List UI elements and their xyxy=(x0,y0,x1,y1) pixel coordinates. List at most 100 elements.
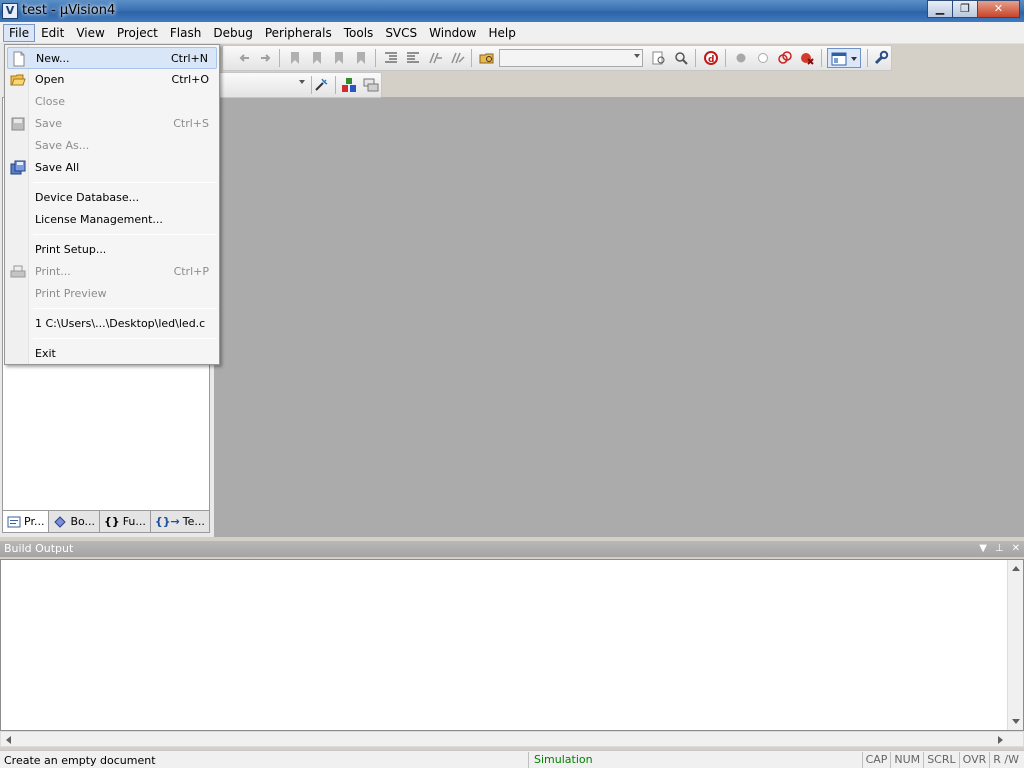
menu-item-label: Close xyxy=(35,95,65,108)
incremental-find-icon[interactable] xyxy=(673,50,689,66)
status-num: NUM xyxy=(890,752,923,768)
close-icon[interactable]: ✕ xyxy=(1012,541,1020,557)
find-in-files-icon[interactable] xyxy=(479,50,495,66)
save-icon xyxy=(11,117,25,131)
bookmark-icon[interactable] xyxy=(287,50,303,66)
menu-item-device-database[interactable]: Device Database... xyxy=(7,187,217,209)
manage-components-icon[interactable] xyxy=(341,77,357,93)
window-controls: ▁ ❐ ✕ xyxy=(927,0,1020,19)
menu-flash[interactable]: Flash xyxy=(164,24,207,42)
menu-bar: File Edit View Project Flash Debug Perip… xyxy=(0,22,1024,44)
file-extensions-icon[interactable] xyxy=(363,77,379,93)
menu-item-close[interactable]: Close xyxy=(7,91,217,113)
bookmark-prev-icon[interactable] xyxy=(309,50,325,66)
scroll-down-icon[interactable] xyxy=(1012,719,1020,724)
menu-project[interactable]: Project xyxy=(111,24,164,42)
menu-item-label: License Management... xyxy=(35,213,163,226)
project-tabs: Pr... Bo... {} Fu... {}→ Te... xyxy=(2,511,210,533)
find-combo[interactable] xyxy=(499,49,643,67)
status-scrl: SCRL xyxy=(923,752,958,768)
vertical-scrollbar[interactable] xyxy=(1007,560,1023,730)
breakpoint-disable-all-icon[interactable] xyxy=(777,50,793,66)
toolbar-separator xyxy=(335,76,336,94)
menu-item-save-all[interactable]: Save All xyxy=(7,157,217,179)
build-output-text[interactable] xyxy=(0,559,1024,731)
debug-session-icon[interactable]: d xyxy=(703,50,719,66)
scroll-right-icon[interactable] xyxy=(998,736,1003,744)
print-icon xyxy=(10,265,26,278)
menu-item-print[interactable]: Print... Ctrl+P xyxy=(7,261,217,283)
uncomment-icon[interactable] xyxy=(449,50,465,66)
menu-separator xyxy=(33,182,217,183)
menu-item-recent-file[interactable]: 1 C:\Users\...\Desktop\led\led.c xyxy=(7,313,217,335)
breakpoint-enable-icon[interactable] xyxy=(755,50,771,66)
menu-item-save-as[interactable]: Save As... xyxy=(7,135,217,157)
toolbar-separator xyxy=(821,49,822,67)
dropdown-arrow-icon[interactable]: ▼ xyxy=(979,541,987,557)
menu-item-save[interactable]: Save Ctrl+S xyxy=(7,113,217,135)
menu-item-print-setup[interactable]: Print Setup... xyxy=(7,239,217,261)
status-indicators: CAP NUM SCRL OVR R /W xyxy=(861,752,1022,768)
window-layout-button[interactable] xyxy=(827,48,861,68)
menu-item-shortcut: Ctrl+O xyxy=(171,73,209,86)
menu-edit[interactable]: Edit xyxy=(35,24,70,42)
menu-debug[interactable]: Debug xyxy=(207,24,258,42)
tab-books-label: Bo... xyxy=(70,515,96,528)
tab-books[interactable]: Bo... xyxy=(48,511,101,533)
menu-item-shortcut: Ctrl+S xyxy=(173,117,209,130)
tab-templates[interactable]: {}→ Te... xyxy=(149,511,210,533)
menu-separator xyxy=(33,338,217,339)
menu-view[interactable]: View xyxy=(70,24,110,42)
pin-icon[interactable]: ⊥ xyxy=(995,541,1004,557)
nav-forward-icon[interactable] xyxy=(257,50,273,66)
menu-item-print-preview[interactable]: Print Preview xyxy=(7,283,217,305)
svg-text:d: d xyxy=(708,55,714,65)
chevron-down-icon xyxy=(299,80,305,84)
scroll-left-icon[interactable] xyxy=(6,736,11,744)
project-icon xyxy=(7,516,21,528)
menu-item-open[interactable]: Open Ctrl+O xyxy=(7,69,217,91)
breakpoint-kill-all-icon[interactable] xyxy=(799,50,815,66)
breakpoint-insert-icon[interactable] xyxy=(733,50,749,66)
menu-item-label: Save xyxy=(35,117,63,130)
status-rw: R /W xyxy=(989,752,1022,768)
build-toolbar: d xyxy=(222,45,892,71)
chevron-down-icon xyxy=(634,54,640,58)
menu-tools[interactable]: Tools xyxy=(338,24,380,42)
bookmark-next-icon[interactable] xyxy=(331,50,347,66)
indent-icon[interactable] xyxy=(383,50,399,66)
scroll-up-icon[interactable] xyxy=(1012,566,1020,571)
target-select[interactable] xyxy=(221,76,307,94)
menu-svcs[interactable]: SVCS xyxy=(379,24,423,42)
nav-back-icon[interactable] xyxy=(237,50,253,66)
configure-wrench-icon[interactable] xyxy=(873,50,889,66)
comment-icon[interactable] xyxy=(427,50,443,66)
horizontal-scrollbar[interactable] xyxy=(0,731,1024,747)
maximize-button[interactable]: ❐ xyxy=(952,0,978,18)
menu-help[interactable]: Help xyxy=(482,24,521,42)
editor-workspace[interactable] xyxy=(214,97,1024,537)
minimize-button[interactable]: ▁ xyxy=(927,0,953,18)
close-button[interactable]: ✕ xyxy=(977,0,1020,18)
bookmark-clear-icon[interactable] xyxy=(353,50,369,66)
menu-item-exit[interactable]: Exit xyxy=(7,343,217,365)
functions-icon: {} xyxy=(104,515,120,528)
tab-project-label: Pr... xyxy=(24,515,45,528)
find-icon[interactable] xyxy=(651,50,667,66)
target-options-icon[interactable] xyxy=(313,77,329,93)
menu-item-label: Exit xyxy=(35,347,56,360)
window-layout-icon xyxy=(831,52,847,66)
menu-item-license-management[interactable]: License Management... xyxy=(7,209,217,231)
tab-functions-label: Fu... xyxy=(122,515,146,528)
tab-functions[interactable]: {} Fu... xyxy=(99,511,151,533)
tab-project[interactable]: Pr... xyxy=(2,511,50,533)
toolbar-separator xyxy=(695,49,696,67)
menu-file[interactable]: File xyxy=(3,23,36,42)
menu-item-label: Save As... xyxy=(35,139,90,152)
menu-window[interactable]: Window xyxy=(423,24,482,42)
open-folder-icon xyxy=(10,74,26,86)
unindent-icon[interactable] xyxy=(405,50,421,66)
menu-peripherals[interactable]: Peripherals xyxy=(259,24,338,42)
toolbar-separator xyxy=(311,76,312,94)
menu-item-new[interactable]: New... Ctrl+N xyxy=(7,47,217,69)
